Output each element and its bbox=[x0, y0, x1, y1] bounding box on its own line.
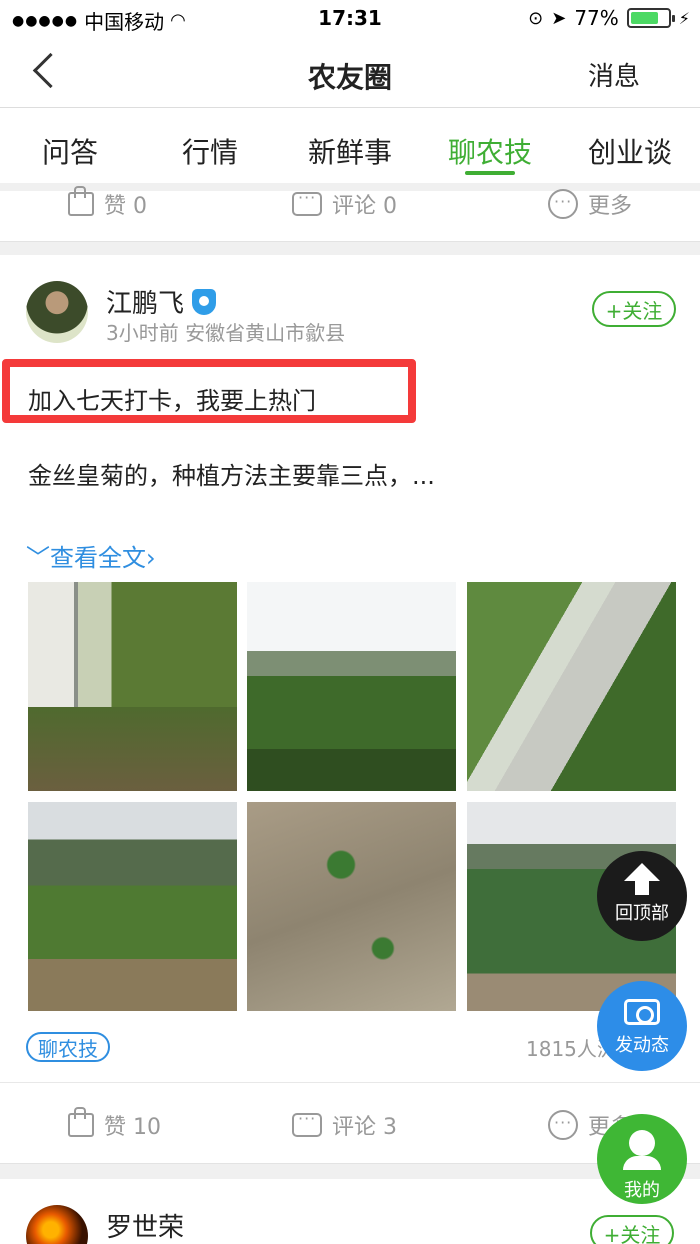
navigation-bar: 农友圈 消息 bbox=[0, 36, 700, 108]
post-headline[interactable]: 加入七天打卡，我要上热门 bbox=[28, 381, 316, 416]
post-meta: 3小时前 安徽省黄山市歙县 bbox=[106, 321, 346, 345]
post-status-button[interactable]: 发动态 bbox=[597, 981, 687, 1071]
more-button[interactable]: 更多 bbox=[548, 188, 632, 220]
read-more-link[interactable]: ﹀查看全文› bbox=[26, 538, 156, 573]
more-icon bbox=[548, 189, 578, 219]
divider bbox=[0, 1082, 700, 1083]
post-photo[interactable] bbox=[467, 582, 676, 791]
chevron-right-icon: › bbox=[146, 544, 156, 572]
back-to-top-button[interactable]: 回顶部 bbox=[597, 851, 687, 941]
author-name[interactable]: 江鹏飞 bbox=[106, 283, 217, 320]
battery-percent: 77% bbox=[574, 6, 619, 30]
camera-icon bbox=[624, 999, 660, 1025]
tab-market[interactable]: 行情 bbox=[140, 109, 280, 183]
follow-button[interactable]: +关注 bbox=[592, 291, 676, 327]
chevron-down-icon: ﹀ bbox=[26, 544, 50, 572]
tab-qa[interactable]: 问答 bbox=[0, 109, 140, 183]
post-photo[interactable] bbox=[28, 802, 237, 1011]
topic-tag[interactable]: 聊农技 bbox=[26, 1032, 110, 1062]
charging-icon: ⚡ bbox=[678, 8, 690, 28]
thumbs-up-icon bbox=[68, 1107, 94, 1137]
follow-button[interactable]: +关注 bbox=[590, 1215, 674, 1244]
location-icon: ➤ bbox=[551, 7, 567, 29]
tab-news[interactable]: 新鲜事 bbox=[280, 109, 420, 183]
like-button[interactable]: 赞 10 bbox=[68, 1107, 161, 1141]
post-photo[interactable] bbox=[247, 582, 456, 791]
more-icon bbox=[548, 1110, 578, 1140]
tab-farming-tech[interactable]: 聊农技 bbox=[420, 109, 560, 183]
comment-button[interactable]: 评论 3 bbox=[292, 1109, 397, 1141]
profile-button[interactable]: 我的 bbox=[597, 1114, 687, 1204]
comment-button[interactable]: 评论 0 bbox=[292, 188, 397, 220]
post-photo[interactable] bbox=[247, 802, 456, 1011]
author-name[interactable]: 罗世荣 bbox=[106, 1207, 184, 1244]
arrow-up-icon bbox=[624, 863, 660, 895]
comment-icon bbox=[292, 188, 322, 216]
post-actions: 赞 10 评论 3 更多 bbox=[0, 1095, 700, 1155]
section-gap bbox=[0, 241, 700, 255]
tab-startup[interactable]: 创业谈 bbox=[560, 109, 700, 183]
status-bar: ●●●●● 中国移动 ◠ 17:31 ⊙ ➤ 77% ⚡ bbox=[0, 0, 700, 36]
category-tabs: 问答 行情 新鲜事 聊农技 创业谈 bbox=[0, 109, 700, 183]
verified-badge-icon bbox=[192, 288, 217, 315]
section-gap bbox=[0, 1163, 700, 1179]
messages-button[interactable]: 消息 bbox=[588, 56, 640, 93]
person-icon bbox=[623, 1130, 661, 1170]
battery-icon bbox=[626, 8, 675, 28]
avatar[interactable] bbox=[26, 1205, 88, 1244]
post-photo[interactable] bbox=[28, 582, 237, 791]
post-header: 江鹏飞 3小时前 安徽省黄山市歙县 +关注 bbox=[26, 281, 676, 345]
like-button[interactable]: 赞 0 bbox=[68, 186, 147, 220]
lock-rotation-icon: ⊙ bbox=[528, 7, 544, 29]
post-summary[interactable]: 金丝皇菊的，种植方法主要靠三点，... bbox=[28, 456, 435, 491]
thumbs-up-icon bbox=[68, 186, 94, 216]
comment-icon bbox=[292, 1109, 322, 1137]
prev-post-actions: 赞 0 评论 0 更多 bbox=[0, 174, 700, 234]
avatar[interactable] bbox=[26, 281, 88, 343]
photo-grid bbox=[28, 582, 676, 1012]
